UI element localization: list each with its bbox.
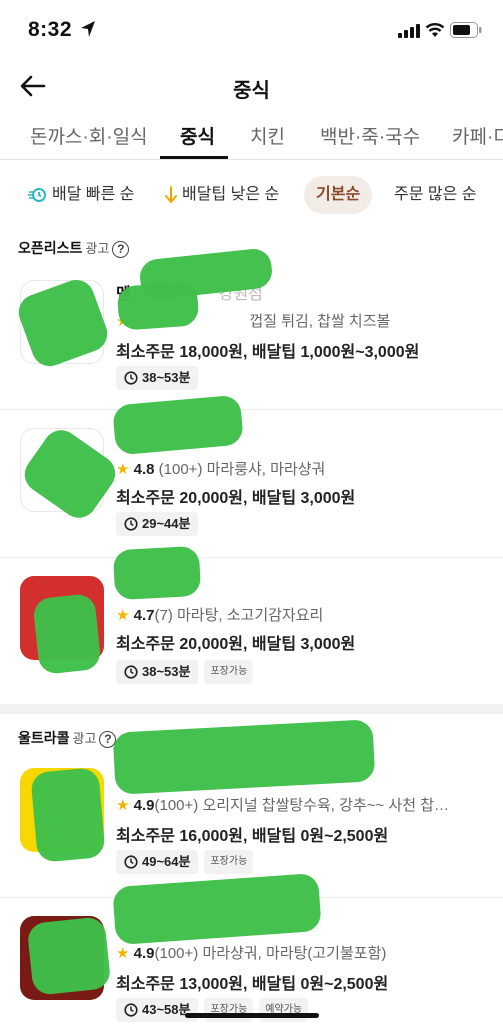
store-rating-line: ★ 4.8 (100+) 마라룽샤, 마라샹궈: [116, 458, 486, 479]
store-card[interactable]: ★ 4.9(100+) 마라샹궈, 마라탕(고기불포함) 최소주문 13,000…: [0, 872, 503, 1024]
store-review-count: (7): [154, 607, 173, 624]
redaction-mark: [32, 592, 102, 676]
store-menu: 껍질 튀김, 찹쌀 치즈볼: [249, 313, 391, 330]
redaction-mark: [30, 767, 106, 863]
sort-fast-delivery[interactable]: 배달 빠른 순: [16, 176, 147, 214]
delivery-time-badge: 43~58분: [116, 998, 199, 1022]
store-rating: 4.9: [133, 945, 155, 962]
page-title: 중식: [233, 80, 270, 102]
store-rating-line: ★ 4.7(7) 마라탕, 소고기감자요리: [116, 604, 486, 625]
store-review-count: (100+): [154, 797, 199, 814]
section-label-ultracall: 울트라콜 광고?: [18, 728, 117, 748]
redaction-mark: [112, 394, 244, 456]
tab-chinese[interactable]: 중식: [180, 122, 215, 149]
takeout-badge: 포장가능: [204, 660, 254, 684]
sort-low-tip[interactable]: 배달팁 낮은 순: [152, 176, 291, 214]
redaction-mark: [116, 281, 200, 331]
sort-most-orders[interactable]: 주문 많은 순: [382, 176, 489, 214]
store-min-order: 최소주문 18,000원, 배달팁 1,000원~3,000원: [116, 344, 420, 361]
status-time: 8:32: [28, 18, 73, 41]
store-min-order: 최소주문 13,000원, 배달팁 0원~2,500원: [116, 976, 389, 993]
store-rating: 4.9: [133, 797, 155, 814]
store-badges: 29~44분: [116, 512, 204, 536]
section-label-openlist: 오픈리스트 광고?: [18, 238, 130, 258]
delivery-time-badge: 38~53분: [116, 366, 199, 390]
active-tab-indicator: [160, 156, 228, 159]
store-menu: 마라탕, 소고기감자요리: [177, 607, 324, 624]
store-menu: 마라샹궈, 마라탕(고기불포함): [202, 945, 387, 962]
store-card[interactable]: ★ 4.7(7) 마라탕, 소고기감자요리 최소주문 20,000원, 배달팁 …: [0, 545, 503, 706]
sort-options: 배달 빠른 순 배달팁 낮은 순 기본순 주문 많은 순: [0, 172, 503, 218]
store-review-count: (100+): [158, 461, 203, 478]
category-tabs: 돈까스·회·일식 중식 치킨 백반·죽·국수 카페·디: [0, 112, 503, 160]
arrow-down-icon: [165, 185, 177, 204]
wifi-icon: [425, 23, 445, 37]
ad-label: 광고: [85, 241, 110, 256]
store-rating: 4.8: [133, 461, 155, 478]
store-badges: 49~64분 포장가능: [116, 850, 259, 874]
delivery-time-badge: 29~44분: [116, 512, 199, 536]
store-min-order: 최소주문 20,000원, 배달팁 3,000원: [116, 636, 356, 653]
store-menu: 마라룽샤, 마라샹궈: [206, 461, 326, 478]
store-min-order: 최소주문 16,000원, 배달팁 0원~2,500원: [116, 828, 389, 845]
store-badges: 38~53분: [116, 366, 204, 390]
clock-icon: [124, 1002, 138, 1017]
store-min-order: 최소주문 20,000원, 배달팁 3,000원: [116, 490, 356, 507]
delivery-time-badge: 38~53분: [116, 660, 199, 684]
store-card[interactable]: ★ 4.8 (100+) 마라룽샤, 마라샹궈 최소주문 20,000원, 배달…: [0, 394, 503, 558]
tab-korean-meals[interactable]: 백반·죽·국수: [320, 122, 420, 149]
takeout-badge: 포장가능: [204, 998, 254, 1022]
section-title: 울트라콜: [18, 730, 70, 746]
clock-icon: [124, 516, 138, 531]
cellular-signal-icon: [398, 24, 420, 38]
home-indicator: [184, 1013, 319, 1018]
star-icon: ★: [116, 945, 130, 962]
clock-icon: [124, 664, 138, 679]
store-badges: 38~53분 포장가능: [116, 660, 259, 684]
tab-japanese[interactable]: 돈까스·회·일식: [30, 122, 148, 149]
takeout-badge: 포장가능: [204, 850, 254, 874]
delivery-time-badge: 49~64분: [116, 850, 199, 874]
fast-delivery-icon: [28, 187, 46, 202]
ad-label: 광고: [72, 731, 97, 746]
section-divider: [0, 704, 503, 714]
store-rating: 4.7: [133, 607, 155, 624]
star-icon: ★: [116, 607, 130, 624]
header: 중식: [0, 62, 503, 108]
store-menu: 오리지널 찹쌀탕수육, 강추~~ 사천 찹…: [202, 797, 449, 814]
redaction-mark: [112, 719, 376, 795]
store-card[interactable]: ★ 4.9(100+) 오리지널 찹쌀탕수육, 강추~~ 사천 찹… 최소주문 …: [0, 719, 503, 898]
sort-default[interactable]: 기본순: [304, 176, 373, 214]
tab-cafe[interactable]: 카페·디: [452, 122, 503, 149]
sort-low-tip-label: 배달팁 낮은 순: [182, 186, 280, 203]
star-icon: ★: [116, 461, 130, 478]
status-bar: 8:32: [0, 0, 503, 60]
tab-chicken[interactable]: 치킨: [250, 122, 285, 149]
store-rating-line: ★ 4.9(100+) 오리지널 찹쌀탕수육, 강추~~ 사천 찹…: [116, 794, 486, 815]
reservation-badge: 예약가능: [259, 998, 309, 1022]
redaction-mark: [26, 916, 112, 996]
store-badges: 43~58분 포장가능 예약가능: [116, 998, 314, 1022]
redaction-mark: [112, 545, 202, 601]
clock-icon: [124, 370, 138, 385]
location-arrow-icon: [81, 21, 95, 37]
star-icon: ★: [116, 797, 130, 814]
store-review-count: (100+): [154, 945, 199, 962]
sort-fast-delivery-label: 배달 빠른 순: [52, 186, 135, 203]
store-rating-line: ★ 4.9(100+) 마라샹궈, 마라탕(고기불포함): [116, 942, 486, 963]
battery-icon: [450, 22, 482, 38]
section-title: 오픈리스트: [18, 240, 83, 256]
info-icon[interactable]: ?: [112, 240, 130, 258]
store-card[interactable]: 멘강원점 ★껍질 튀김, 찹쌀 치즈볼 최소주문 18,000원, 배달팁 1,…: [0, 247, 503, 410]
clock-icon: [124, 854, 138, 869]
